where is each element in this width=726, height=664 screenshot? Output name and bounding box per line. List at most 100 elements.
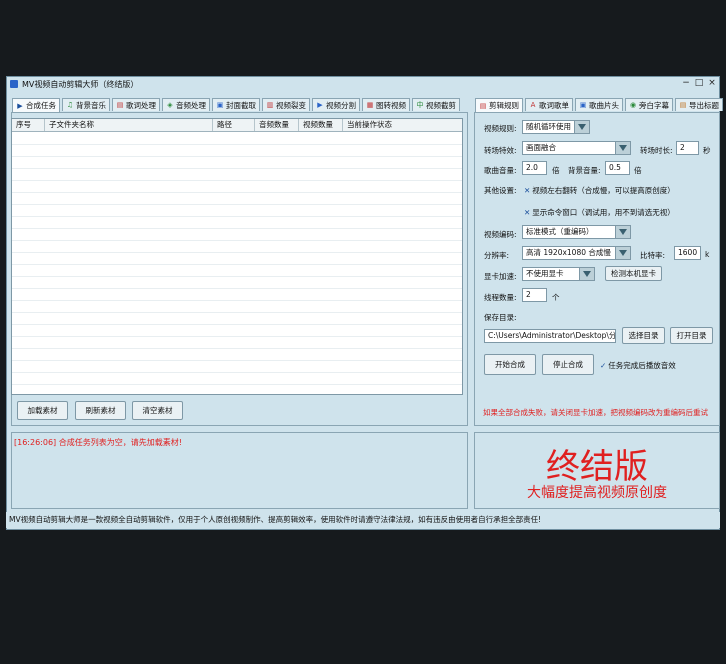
- thread-count-input[interactable]: 2: [522, 288, 547, 302]
- start-compose-button[interactable]: 开始合成: [484, 354, 536, 375]
- tab-song-intro[interactable]: ▣ 歌曲片头: [575, 98, 623, 111]
- song-volume-label: 歌曲音量:: [484, 166, 517, 175]
- video-encode-select[interactable]: 标准模式（重编码）: [522, 225, 631, 239]
- song-volume-unit: 倍: [552, 166, 560, 175]
- lyrics-icon: ▤: [116, 101, 124, 109]
- tab-lyrics-processing[interactable]: ▤ 歌词处理: [112, 98, 160, 111]
- thread-count-label: 线程数量:: [484, 293, 517, 302]
- promo-title: 终结版: [546, 447, 648, 487]
- transition-length-label: 转场时长:: [640, 146, 673, 155]
- choose-directory-button[interactable]: 选择目录: [622, 327, 665, 344]
- text-icon: A: [530, 101, 536, 109]
- split-icon: ▥: [266, 101, 274, 109]
- cut-icon: ▶: [317, 101, 323, 109]
- column-header-video-count[interactable]: 视频数量: [299, 119, 343, 131]
- flip-video-checkbox[interactable]: ✕ 视频左右翻转（合成慢，可以提高原创度）: [524, 185, 675, 196]
- column-header-folder-name[interactable]: 子文件夹名称: [45, 119, 213, 131]
- subtitle-icon: ◉: [629, 101, 637, 109]
- add-material-button[interactable]: 加载素材: [17, 401, 68, 420]
- warning-text: 如果全部合成失败，请关闭显卡加速，把视频编码改为重编码后重试: [483, 408, 708, 417]
- save-directory-input[interactable]: C:\Users\Administrator\Desktop\分: [484, 329, 616, 343]
- cover-icon: ▣: [216, 101, 224, 109]
- tab-video-fission[interactable]: ▥ 视频裂变: [262, 98, 310, 111]
- bitrate-unit: k: [705, 250, 710, 259]
- detect-gpu-button[interactable]: 检测本机显卡: [605, 266, 662, 281]
- song-volume-input[interactable]: 2.0: [522, 161, 547, 175]
- transition-length-input[interactable]: 2: [676, 141, 699, 155]
- tab-lyrics-list[interactable]: A 歌词歌单: [525, 98, 573, 111]
- stop-compose-button[interactable]: 停止合成: [542, 354, 594, 375]
- tab-audio-processing[interactable]: ◈ 音频处理: [162, 98, 210, 111]
- close-button[interactable]: ×: [707, 78, 717, 88]
- video-rule-label: 视频规则:: [484, 124, 517, 133]
- gpu-accel-select[interactable]: 不使用显卡: [522, 267, 595, 281]
- transition-select[interactable]: 画面融合: [522, 141, 631, 155]
- log-panel: [16:26:06] 合成任务列表为空，请先加载素材!: [11, 432, 468, 509]
- background-volume-label: 背景音量:: [568, 166, 601, 175]
- video-rule-select[interactable]: 随机循环使用: [522, 120, 590, 134]
- other-settings-label: 其他设置:: [484, 186, 517, 195]
- music-icon: ♫: [66, 101, 74, 109]
- intro-icon: ▣: [579, 101, 587, 109]
- gpu-accel-label: 显卡加速:: [484, 272, 517, 281]
- promo-panel: 终结版 大幅度提高视频原创度: [474, 432, 720, 509]
- right-tab-bar: ▤ 剪辑规则 A 歌词歌单 ▣ 歌曲片头 ◉ 旁白字幕 ▤ 导出标题: [475, 98, 725, 112]
- transition-label: 转场特效:: [484, 146, 517, 155]
- show-console-checkbox[interactable]: ✕ 显示命令窗口（调试用，用不到请选无视）: [524, 207, 675, 218]
- tab-background-music[interactable]: ♫ 背景音乐: [62, 98, 110, 111]
- column-header-status[interactable]: 当前操作状态: [343, 119, 462, 131]
- play-sound-checkbox[interactable]: ✓ 任务完成后播放音效: [600, 360, 676, 371]
- task-table-header: 序号 子文件夹名称 路径 音频数量 视频数量 当前操作状态: [12, 119, 462, 132]
- export-icon: ▤: [679, 101, 687, 109]
- table-row: [12, 372, 462, 385]
- background-volume-unit: 倍: [634, 166, 642, 175]
- task-table: 序号 子文件夹名称 路径 音频数量 视频数量 当前操作状态: [11, 118, 463, 395]
- bitrate-input[interactable]: 1600: [674, 246, 701, 260]
- background-volume-input[interactable]: 0.5: [605, 161, 630, 175]
- audio-icon: ◈: [167, 101, 173, 109]
- refresh-material-button[interactable]: 刷新素材: [75, 401, 126, 420]
- app-icon: [10, 80, 18, 88]
- chevron-down-icon[interactable]: [579, 268, 594, 280]
- title-bar: MV视频自动剪辑大师（终结版） − □ ×: [7, 77, 719, 92]
- video-encode-label: 视频编码:: [484, 230, 517, 239]
- rules-icon: ▤: [479, 101, 487, 110]
- minimize-button[interactable]: −: [681, 78, 691, 88]
- edit-rules-panel: [474, 112, 720, 426]
- log-line: [16:26:06] 合成任务列表为空，请先加载素材!: [14, 438, 182, 447]
- tab-image-to-video[interactable]: ▦ 图转视频: [362, 98, 410, 111]
- tab-cover-capture[interactable]: ▣ 封面截取: [212, 98, 260, 111]
- resolution-label: 分辨率:: [484, 251, 510, 260]
- chevron-down-icon[interactable]: [615, 247, 630, 259]
- tab-compose-task[interactable]: ▶ 合成任务: [12, 98, 60, 112]
- image-icon: ▦: [366, 101, 374, 109]
- check-icon: ✓: [600, 361, 607, 370]
- tab-video-split[interactable]: ▶ 视频分割: [312, 98, 360, 111]
- play-icon: ▶: [17, 101, 23, 110]
- column-header-path[interactable]: 路径: [213, 119, 255, 131]
- chevron-down-icon[interactable]: [615, 142, 630, 154]
- tab-narration-subtitle[interactable]: ◉ 旁白字幕: [625, 98, 673, 111]
- transition-length-unit: 秒: [703, 146, 711, 155]
- promo-subtitle: 大幅度提高视频原创度: [527, 485, 667, 501]
- bitrate-label: 比特率:: [640, 251, 666, 260]
- open-directory-button[interactable]: 打开目录: [670, 327, 713, 344]
- crop-icon: 中: [416, 101, 424, 109]
- status-bar: MV视频自动剪辑大师是一款视频全自动剪辑软件，仅用于个人原创视频制作、提高剪辑效…: [6, 512, 720, 528]
- clear-material-button[interactable]: 清空素材: [132, 401, 183, 420]
- chevron-down-icon[interactable]: [574, 121, 589, 133]
- resolution-select[interactable]: 高清 1920x1080 合成慢: [522, 246, 631, 260]
- tab-export-title[interactable]: ▤ 导出标题: [675, 98, 723, 111]
- check-icon: ✕: [524, 186, 531, 195]
- maximize-button[interactable]: □: [694, 78, 704, 88]
- column-header-index[interactable]: 序号: [12, 119, 45, 131]
- tab-edit-rules[interactable]: ▤ 剪辑规则: [475, 98, 523, 112]
- check-icon: ✕: [524, 208, 531, 217]
- left-tab-bar: ▶ 合成任务 ♫ 背景音乐 ▤ 歌词处理 ◈ 音频处理 ▣ 封面截取 ▥ 视频裂变 ▶ 视频分…: [12, 98, 462, 112]
- save-directory-label: 保存目录:: [484, 313, 517, 322]
- window-title: MV视频自动剪辑大师（终结版）: [22, 80, 139, 89]
- tab-video-crop[interactable]: 中视频截剪: [412, 98, 460, 111]
- column-header-audio-count[interactable]: 音频数量: [255, 119, 299, 131]
- chevron-down-icon[interactable]: [615, 226, 630, 238]
- thread-count-unit: 个: [552, 293, 560, 302]
